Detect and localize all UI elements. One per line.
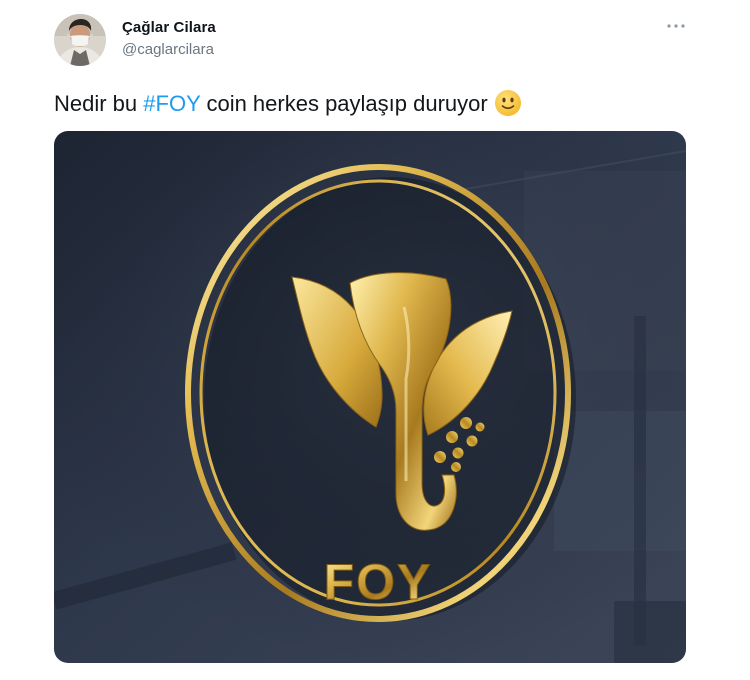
avatar-image xyxy=(54,14,106,66)
tweet: Çağlar Cilara @caglarcilara Nedir bu #FO… xyxy=(0,0,750,680)
tweet-text: Nedir bu #FOY coin herkes paylaşıp duruy… xyxy=(54,89,522,124)
tweet-media-image[interactable]: FOY xyxy=(54,131,686,663)
more-options-button[interactable] xyxy=(664,14,688,38)
logo-text: FOY xyxy=(324,554,433,610)
foy-logo-image: FOY xyxy=(54,131,686,663)
avatar[interactable] xyxy=(54,14,106,66)
tweet-text-part: coin herkes paylaşıp duruyor xyxy=(200,91,488,116)
hashtag-link[interactable]: #FOY xyxy=(143,91,200,116)
tweet-text-part: Nedir bu xyxy=(54,91,144,116)
author-display-name[interactable]: Çağlar Cilara xyxy=(122,19,216,36)
more-horizontal-icon xyxy=(667,24,685,28)
author-handle[interactable]: @caglarcilara xyxy=(122,41,214,58)
slightly-smiling-face-icon xyxy=(494,89,522,124)
